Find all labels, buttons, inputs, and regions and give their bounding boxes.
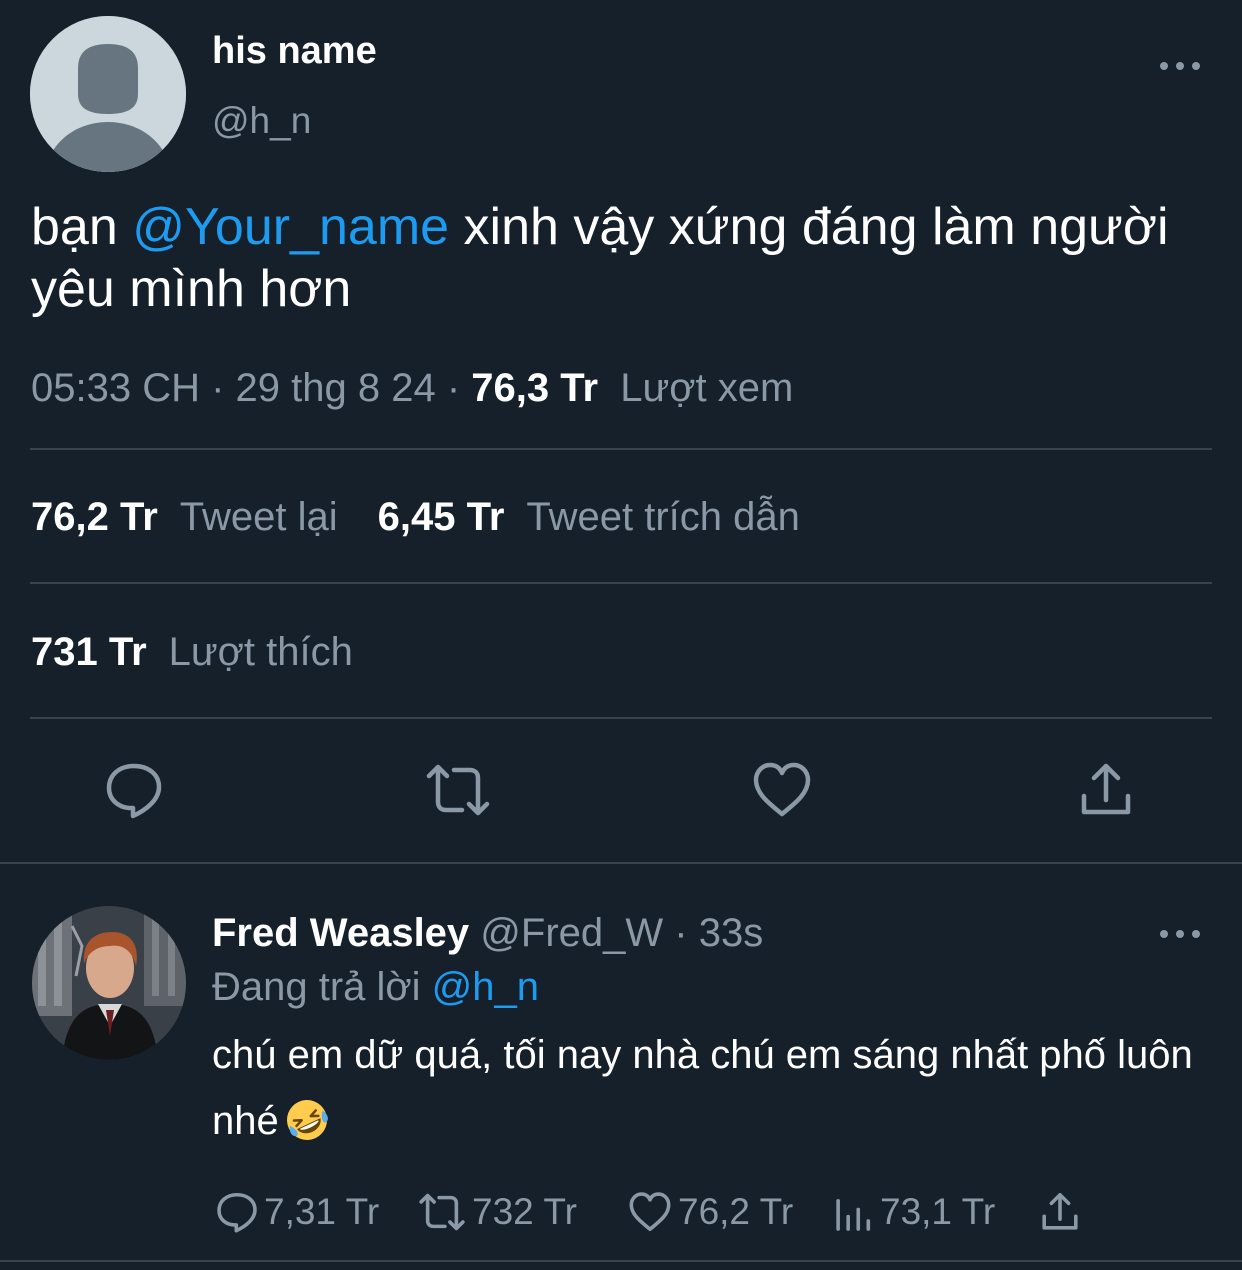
retweet-label: Tweet lại [179,495,338,539]
tweet-text-before: bạn [31,198,133,256]
author-handle[interactable]: @h_n [212,100,311,142]
quotes-link[interactable]: 6,45 Tr Tweet trích dẫn [378,495,800,539]
profile-photo-icon [32,906,186,1060]
reply-avatar[interactable] [32,906,186,1060]
replying-to-mention[interactable]: @h_n [432,965,539,1009]
quote-label: Tweet trích dẫn [526,495,800,539]
view-count: 73,1 Tr [880,1191,996,1232]
divider [30,582,1212,584]
retweet-icon[interactable] [426,758,490,822]
retweet-stats: 76,2 Tr Tweet lại 6,45 Tr Tweet trích dẫn [31,491,800,543]
share-icon[interactable] [1074,758,1138,822]
author-name[interactable]: his name [212,30,377,73]
like-label: Lượt thích [168,630,353,674]
replying-to: Đang trả lời @h_n [212,962,539,1012]
tweet-text: bạn @Your_name xinh vậy xứng đáng làm ng… [31,196,1211,320]
retweet-count: 732 Tr [472,1191,577,1232]
meta-separator: · [199,366,236,410]
reply-text: chú em dữ quá, tối nay nhà chú em sáng n… [212,1022,1222,1154]
bottom-divider [0,1260,1242,1262]
reply-author-handle[interactable]: @Fred_W [480,911,663,955]
reply-like-button[interactable]: 76,2 Tr [624,1186,793,1238]
reply-author-name[interactable]: Fred Weasley [212,911,469,955]
tweet-meta: 05:33 CH · 29 thg 8 24 · 76,3 Tr Lượt xe… [31,362,793,414]
view-count: 76,3 Tr [471,366,599,410]
share-icon [1042,1192,1078,1230]
view-label: Lượt xem [620,366,794,410]
quote-count: 6,45 Tr [377,495,505,539]
like-count: 731 Tr [31,630,147,674]
meta-separator: · [435,366,472,410]
replying-prefix: Đang trả lời [212,965,432,1009]
more-horizontal-icon[interactable] [1158,924,1202,944]
emoji-rofl [279,1099,329,1143]
tweet-date[interactable]: 29 thg 8 24 [236,366,436,410]
reply-icon [217,1192,257,1233]
reply-icon[interactable] [102,758,166,822]
default-avatar-icon [30,16,186,172]
analytics-icon [836,1199,871,1231]
reply-text-body: chú em dữ quá, tối nay nhà chú em sáng n… [212,1033,1193,1143]
likes-link[interactable]: 731 Tr Lượt thích [31,626,353,678]
reply-retweet-button[interactable]: 732 Tr [414,1186,577,1238]
reply-separator: · [663,911,699,955]
retweets-link[interactable]: 76,2 Tr Tweet lại [31,495,338,539]
reply-views-button[interactable]: 73,1 Tr [832,1186,995,1238]
retweet-count: 76,2 Tr [31,495,158,539]
retweet-icon [419,1193,465,1231]
reply-header: Fred Weasley @Fred_W · 33s [212,908,763,958]
divider [30,717,1212,719]
tweet-time[interactable]: 05:33 CH [31,366,200,410]
reply-reply-button[interactable]: 7,31 Tr [212,1186,379,1238]
more-horizontal-icon[interactable] [1158,56,1202,76]
reply-time[interactable]: 33s [699,911,764,955]
tweet-detail-screen: his name @h_n bạn @Your_name xinh vậy xứ… [0,0,1242,1270]
rolling-laughing-emoji-icon [286,1100,328,1140]
heart-icon [629,1192,671,1232]
like-count: 76,2 Tr [678,1191,794,1232]
reply-count: 7,31 Tr [264,1191,380,1232]
mention-link[interactable]: @Your_name [132,198,449,256]
divider [30,448,1212,450]
heart-icon[interactable] [750,758,814,822]
author-avatar[interactable] [30,16,186,172]
section-divider [0,862,1242,864]
reply-share-button[interactable] [1036,1186,1086,1238]
